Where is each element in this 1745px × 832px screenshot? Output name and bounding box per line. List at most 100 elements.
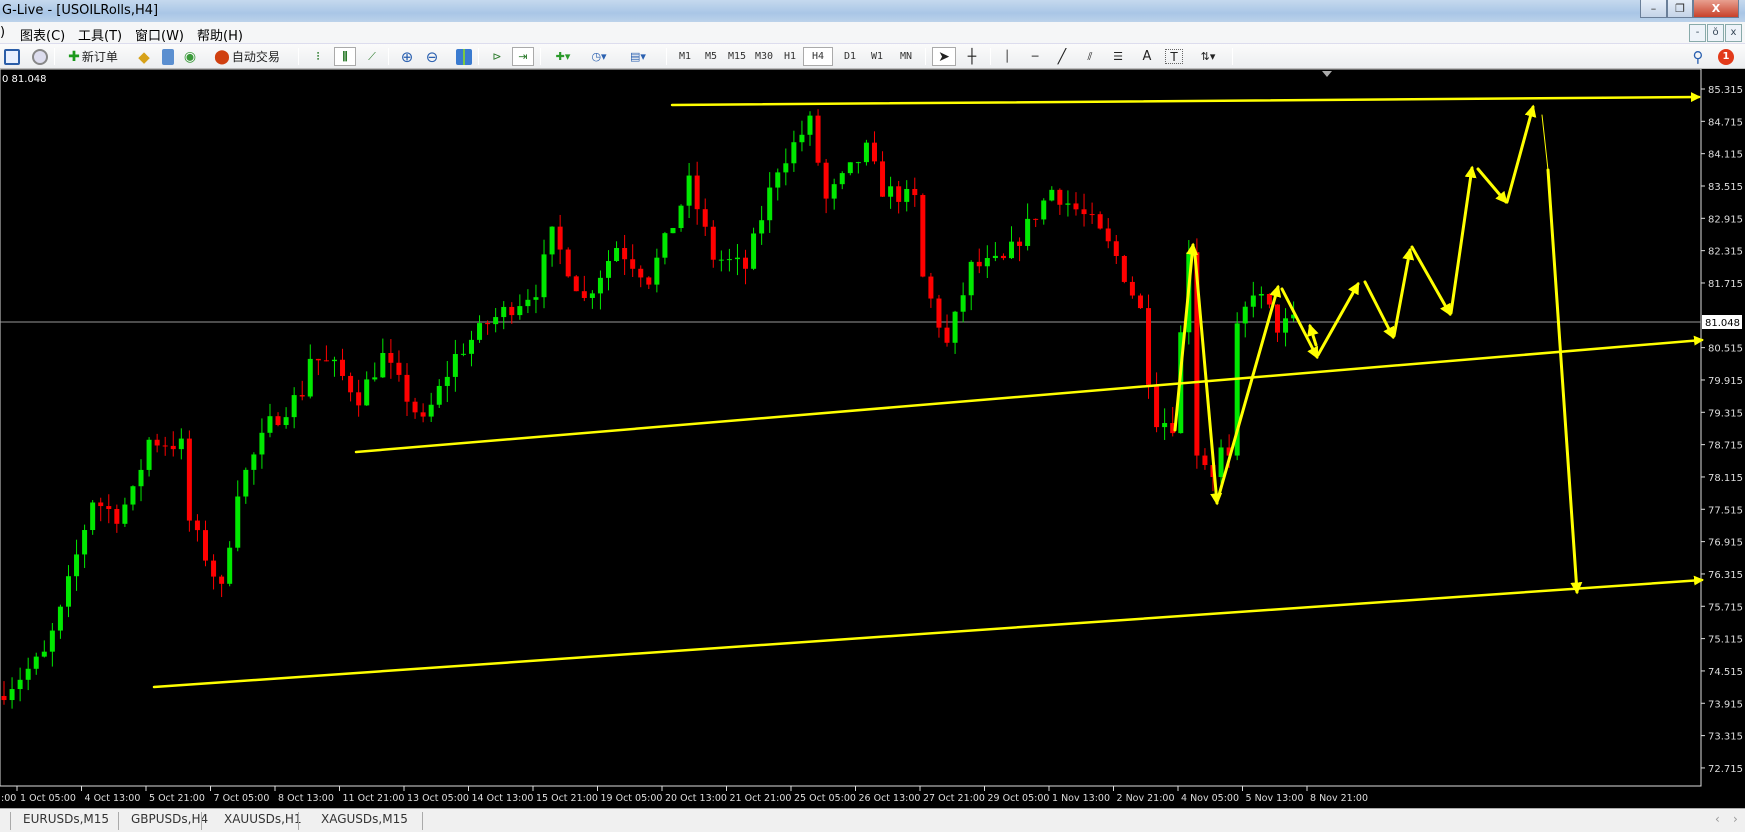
projection-thin-line[interactable] bbox=[1541, 114, 1549, 171]
top-resistance-line[interactable] bbox=[670, 92, 1701, 107]
candle-bearish bbox=[573, 276, 579, 292]
tab-xauusds-h1[interactable]: XAUUSDs,H1 bbox=[224, 812, 302, 826]
chart-shift-marker-icon[interactable] bbox=[1322, 71, 1332, 77]
vertical-line-button[interactable]: │ bbox=[998, 47, 1016, 66]
mdi-restore-button[interactable]: ŏ bbox=[1707, 24, 1724, 42]
mdi-minimize-button[interactable]: - bbox=[1689, 24, 1706, 42]
upper-channel-line[interactable] bbox=[354, 335, 1704, 454]
bar-chart-button[interactable]: ⫶ bbox=[308, 47, 328, 66]
notifications-button[interactable]: 1 bbox=[1716, 47, 1736, 66]
close-button[interactable]: X bbox=[1693, 0, 1739, 18]
cursor-button[interactable]: ➤ bbox=[932, 47, 956, 66]
metaeditor-button[interactable]: ◆ bbox=[134, 47, 154, 66]
timeframe-h4-button[interactable]: H4 bbox=[803, 47, 833, 66]
new-order-button[interactable]: ✚ 新订单 bbox=[60, 47, 126, 66]
candle-bullish bbox=[855, 162, 861, 164]
price-chart[interactable]: 0 81.048 85.315 84.715 84.115 83.515 82.915 8… bbox=[0, 69, 1745, 808]
menu-item-help[interactable]: 帮助(H) bbox=[197, 25, 243, 44]
time-tick-label: 26 Oct 13:00 bbox=[859, 793, 921, 804]
candle-bullish bbox=[686, 175, 692, 206]
templates-button[interactable]: ▤▾ bbox=[622, 47, 654, 66]
auto-scroll-button[interactable]: ⊳ bbox=[487, 47, 507, 66]
time-tick-label: 1 Oct 05:00 bbox=[20, 793, 76, 804]
candle-bullish bbox=[267, 416, 273, 433]
search-button[interactable]: ⚲ bbox=[1688, 47, 1708, 66]
mdi-close-button[interactable]: x bbox=[1725, 24, 1742, 42]
tile-windows-button[interactable] bbox=[454, 47, 474, 66]
indicators-button[interactable]: ✚▾ bbox=[548, 47, 578, 66]
auto-trading-button[interactable]: ⬤ 自动交易 bbox=[206, 47, 288, 66]
zigzag-arrow[interactable] bbox=[1173, 242, 1199, 432]
tab-xagusds-m15[interactable]: XAGUSDs,M15 bbox=[321, 812, 408, 826]
minimize-button[interactable]: – bbox=[1640, 0, 1667, 18]
menu-item-partial[interactable]: ) bbox=[0, 25, 5, 40]
chart-shift-icon: ⇥ bbox=[518, 50, 528, 63]
candle-bullish bbox=[90, 502, 96, 531]
menu-item-charts[interactable]: 图表(C) bbox=[20, 25, 65, 44]
tab-gbpusds-h4[interactable]: GBPUSDs,H4 bbox=[131, 812, 208, 826]
candle-bearish bbox=[348, 375, 354, 393]
zoom-in-button[interactable]: ⊕ bbox=[397, 47, 417, 66]
projection-arrow[interactable] bbox=[1316, 281, 1360, 357]
crosshair-button[interactable]: ┼ bbox=[962, 47, 982, 66]
candle-bullish bbox=[1162, 423, 1168, 428]
fibonacci-button[interactable]: ☰ bbox=[1108, 47, 1128, 66]
candle-bullish bbox=[1250, 295, 1256, 307]
signals-button[interactable]: ◉ bbox=[180, 47, 200, 66]
candle-bearish bbox=[1121, 256, 1127, 282]
candle-bullish bbox=[783, 163, 789, 173]
timeframe-m30-button[interactable]: M30 bbox=[752, 47, 776, 66]
zoom-out-button[interactable]: ⊖ bbox=[422, 47, 442, 66]
menu-item-tools[interactable]: 工具(T) bbox=[78, 25, 122, 44]
timeframe-m15-button[interactable]: M15 bbox=[725, 47, 749, 66]
candle-bullish bbox=[678, 205, 684, 229]
horizontal-line-button[interactable]: ─ bbox=[1025, 47, 1045, 66]
candle-bearish bbox=[1113, 241, 1119, 257]
candle-bearish bbox=[581, 291, 587, 298]
new-order-icon: ✚ bbox=[68, 48, 80, 65]
drop-arrow[interactable] bbox=[1546, 168, 1583, 595]
time-tick-label: 14 Oct 13:00 bbox=[472, 793, 534, 804]
timeframe-w1-button[interactable]: W1 bbox=[865, 47, 889, 66]
terminal-button[interactable] bbox=[158, 47, 178, 66]
candle-bullish bbox=[734, 257, 740, 260]
time-axis[interactable]: :00 1 Oct 05:00 4 Oct 13:00 5 Oct 21:00 7 Oc… bbox=[0, 786, 1368, 804]
restore-button[interactable]: ❐ bbox=[1667, 0, 1693, 18]
timeframe-m1-button[interactable]: M1 bbox=[673, 47, 697, 66]
time-tick-label: 5 Nov 13:00 bbox=[1246, 793, 1304, 804]
candlestick-button[interactable]: ⫼ bbox=[334, 47, 356, 66]
timeframe-m5-button[interactable]: M5 bbox=[699, 47, 723, 66]
timeframe-h1-button[interactable]: H1 bbox=[778, 47, 802, 66]
lower-channel-line[interactable] bbox=[152, 575, 1704, 689]
navigator-button[interactable] bbox=[30, 47, 50, 66]
trend-drawings[interactable] bbox=[152, 92, 1704, 689]
tab-scroll-right-icon[interactable]: › bbox=[1733, 812, 1738, 826]
chart-shift-button[interactable]: ⇥ bbox=[512, 47, 534, 66]
projection-arrow[interactable] bbox=[1392, 247, 1415, 338]
menu-item-window[interactable]: 窗口(W) bbox=[135, 25, 184, 44]
projection-arrow[interactable] bbox=[1449, 165, 1477, 315]
chart-tabs: EURUSDs,M15 GBPUSDs,H4 XAUUSDs,H1 XAGUSD… bbox=[0, 808, 1745, 832]
trendline-button[interactable]: ╱ bbox=[1052, 47, 1072, 66]
market-watch-button[interactable] bbox=[2, 47, 22, 66]
tab-eurusds-m15[interactable]: EURUSDs,M15 bbox=[23, 812, 109, 826]
projection-arrow[interactable] bbox=[1363, 280, 1395, 340]
projection-arrow[interactable] bbox=[1505, 104, 1537, 204]
timeframe-d1-button[interactable]: D1 bbox=[838, 47, 862, 66]
time-tick-label: 5 Oct 21:00 bbox=[149, 793, 205, 804]
candle-bearish bbox=[219, 576, 225, 584]
projection-arrow[interactable] bbox=[1410, 245, 1452, 317]
text-button[interactable]: A bbox=[1138, 47, 1156, 66]
zigzag-arrow[interactable] bbox=[1217, 284, 1282, 497]
arrows-button[interactable]: ⇅▾ bbox=[1192, 47, 1224, 66]
periods-button[interactable]: ◷▾ bbox=[584, 47, 614, 66]
timeframe-mn-button[interactable]: MN bbox=[894, 47, 918, 66]
channel-button[interactable]: ⫽ bbox=[1080, 47, 1100, 66]
projection-arrow[interactable] bbox=[1476, 167, 1508, 204]
candle-bearish bbox=[1073, 203, 1079, 210]
price-axis[interactable]: 85.315 84.715 84.115 83.515 82.915 82.315 81.7… bbox=[1701, 85, 1743, 775]
tab-scroll-left-icon[interactable]: ‹ bbox=[1715, 812, 1720, 826]
price-tick-label: 78.115 bbox=[1708, 473, 1743, 484]
text-label-button[interactable]: T bbox=[1165, 49, 1183, 64]
line-chart-button[interactable]: ⟋ bbox=[362, 47, 382, 66]
